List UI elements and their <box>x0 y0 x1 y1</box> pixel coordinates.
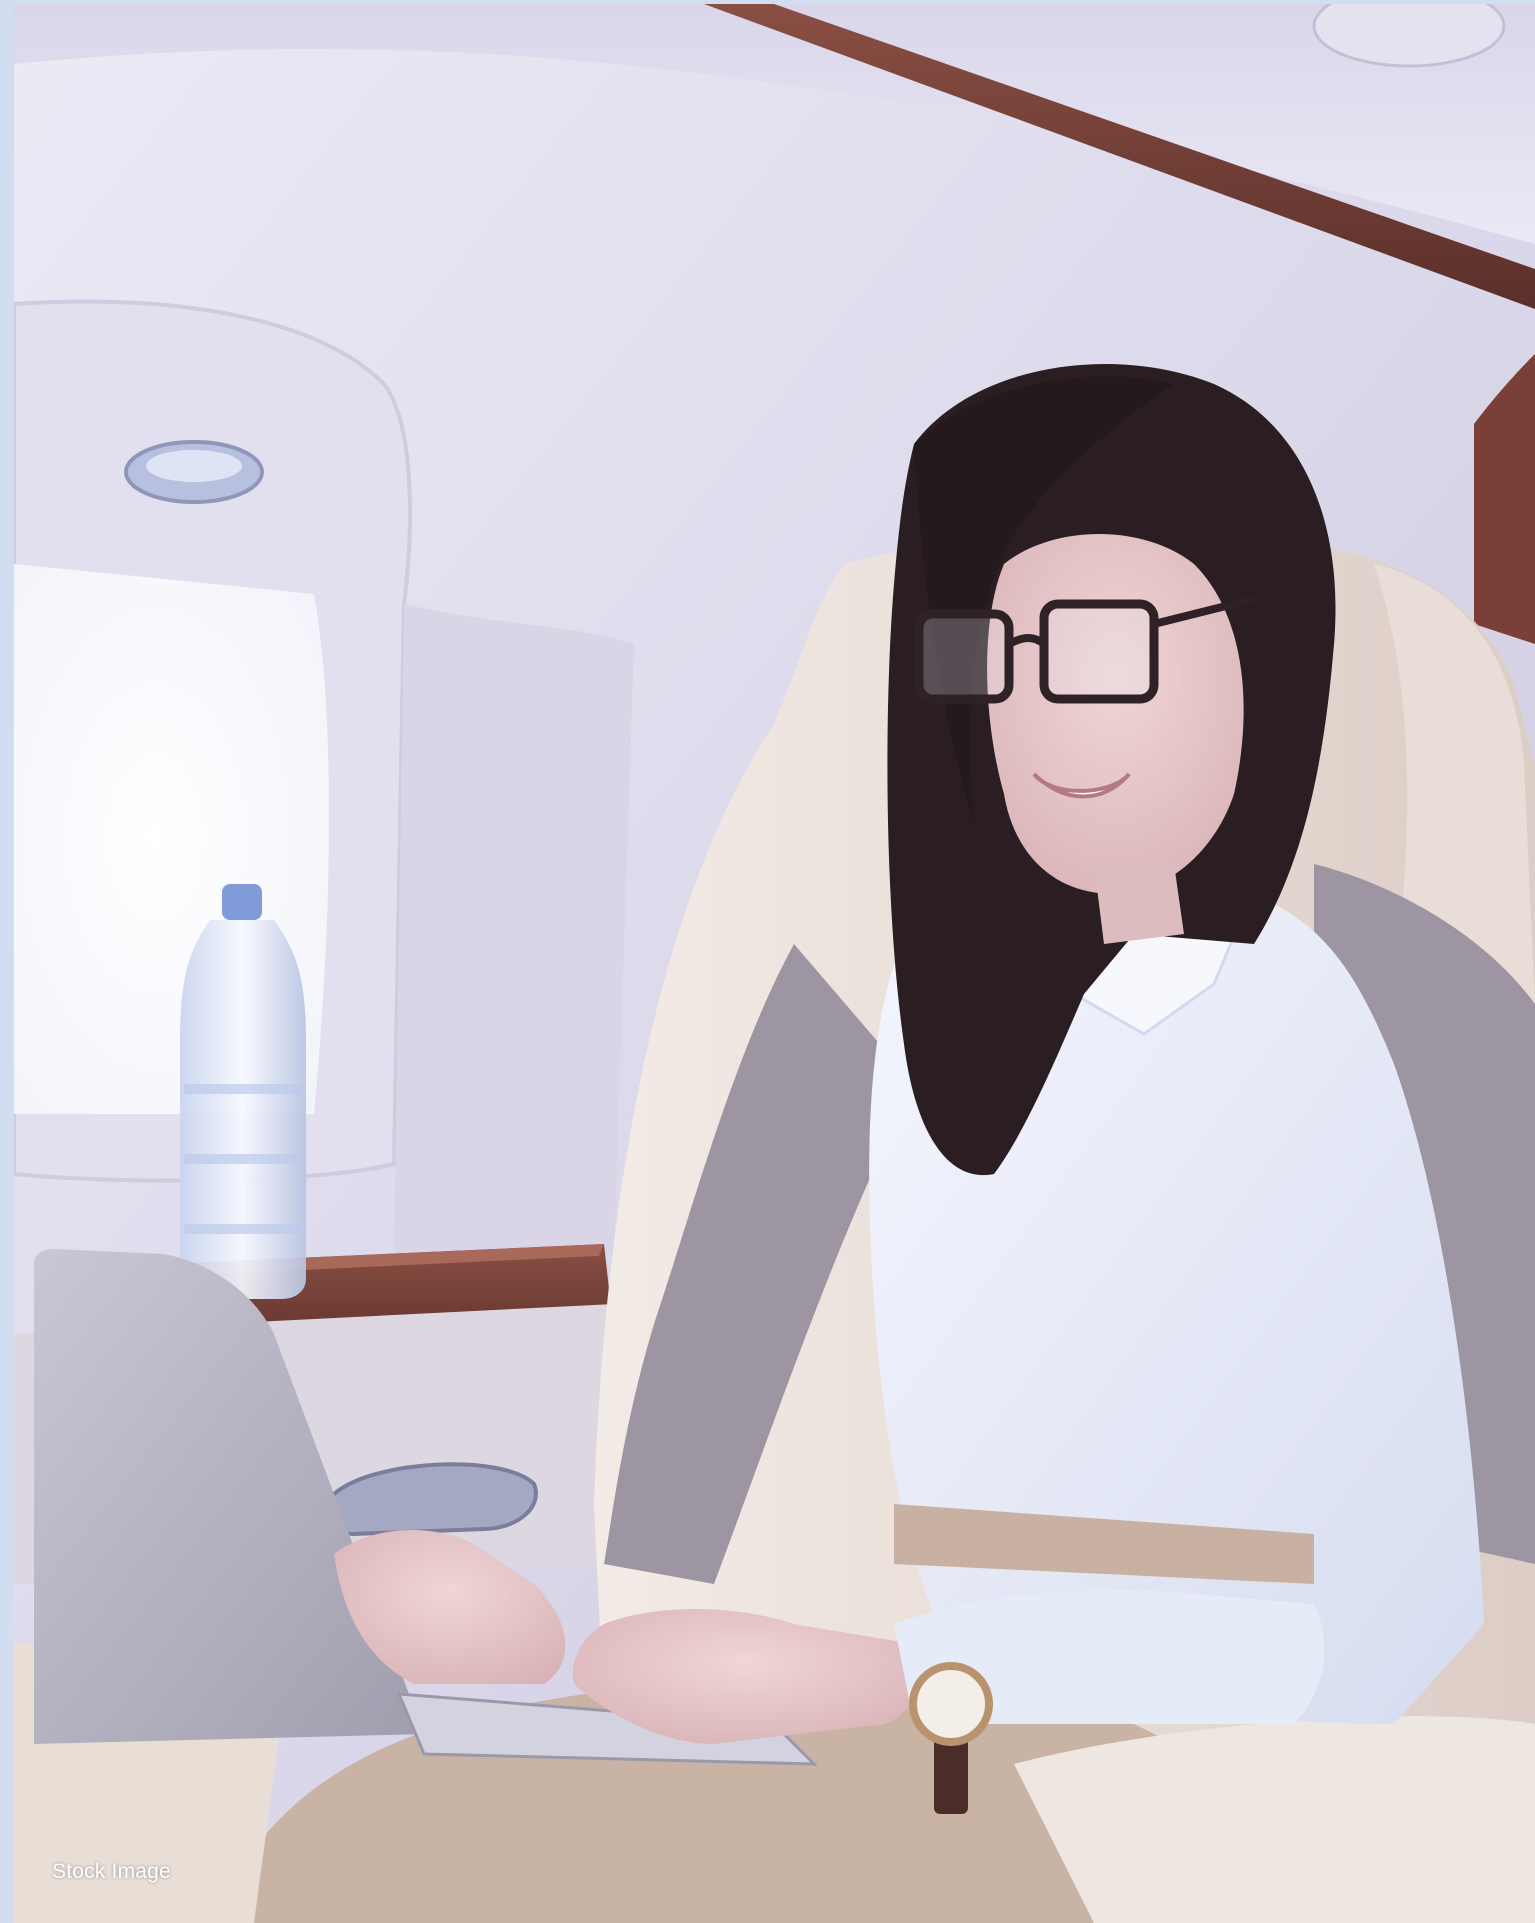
face <box>987 534 1244 894</box>
photo-illustration <box>14 4 1535 1923</box>
image-caption: Stock Image <box>52 1860 171 1883</box>
cabin-light-lens <box>146 450 242 482</box>
wall-panel <box>394 604 634 1264</box>
image-frame: Stock Image <box>0 0 1535 1923</box>
neck <box>1094 864 1184 944</box>
stock-photo <box>14 4 1535 1923</box>
water-bottle <box>180 884 306 1299</box>
seat-cushion-right <box>1014 1716 1535 1923</box>
